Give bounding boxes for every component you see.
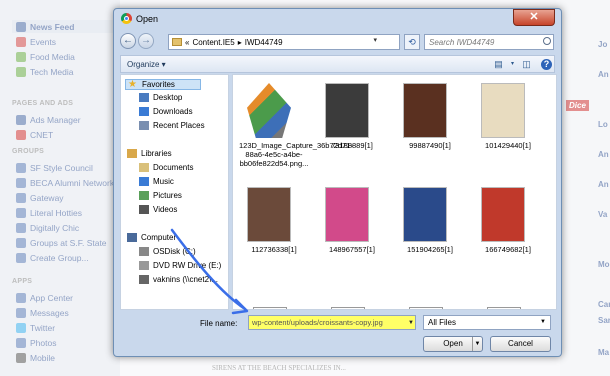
annotation-arrow: [170, 228, 249, 315]
